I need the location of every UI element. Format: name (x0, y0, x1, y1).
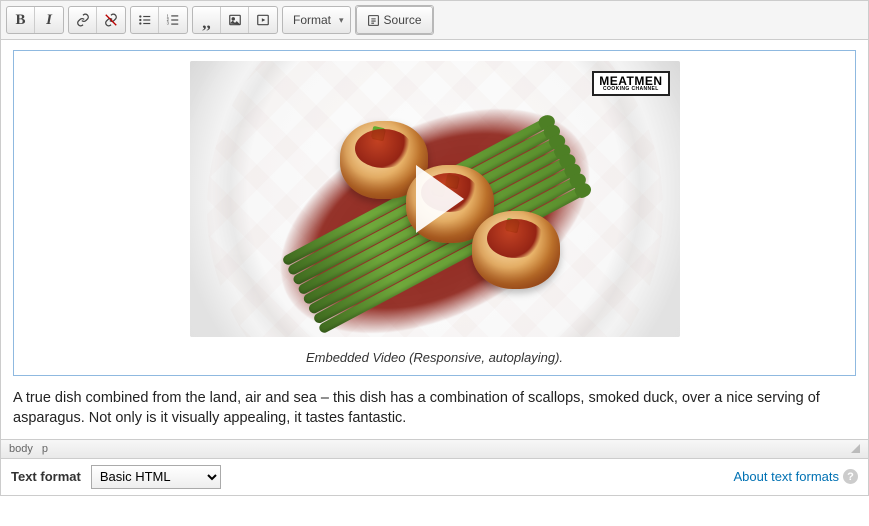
video-thumbnail[interactable]: MEATMEN COOKING CHANNEL (190, 61, 680, 337)
editor-toolbar: B I 123 ,, Format ▾ Source (1, 1, 868, 40)
unlink-icon (104, 13, 118, 27)
play-icon[interactable] (390, 154, 480, 244)
toolbar-group-list: 123 (130, 6, 188, 34)
video-icon (256, 13, 270, 27)
link-icon (76, 13, 90, 27)
text-format-select[interactable]: Basic HTML (91, 465, 221, 489)
source-label: Source (384, 13, 422, 27)
format-label: Format (293, 13, 331, 27)
image-icon (228, 13, 242, 27)
text-format-row: Text format Basic HTML About text format… (0, 459, 869, 496)
text-format-label: Text format (11, 469, 81, 484)
wysiwyg-editor: B I 123 ,, Format ▾ Source (0, 0, 869, 459)
toolbar-group-text: B I (6, 6, 64, 34)
toolbar-group-link (68, 6, 126, 34)
about-text-formats-link[interactable]: About text formats ? (734, 469, 859, 484)
format-dropdown[interactable]: Format ▾ (282, 6, 351, 34)
numbered-list-button[interactable]: 123 (159, 7, 187, 33)
source-icon (367, 14, 380, 27)
bullet-list-icon (138, 13, 152, 27)
embedded-video-block[interactable]: MEATMEN COOKING CHANNEL Embedded Video (… (13, 50, 856, 376)
bold-button[interactable]: B (7, 7, 35, 33)
blockquote-button[interactable]: ,, (193, 7, 221, 33)
body-paragraph[interactable]: A true dish combined from the land, air … (13, 388, 856, 429)
resize-handle[interactable] (851, 444, 860, 453)
path-tags: body p (9, 443, 54, 455)
italic-button[interactable]: I (35, 7, 63, 33)
italic-icon: I (46, 12, 52, 29)
about-link-label: About text formats (734, 469, 840, 484)
help-icon: ? (843, 469, 858, 484)
video-caption: Embedded Video (Responsive, autoplaying)… (24, 350, 845, 365)
path-tag-body[interactable]: body (9, 443, 33, 455)
scallop-graphic (472, 211, 560, 289)
bold-icon: B (15, 12, 25, 29)
unlink-button[interactable] (97, 7, 125, 33)
svg-text:3: 3 (167, 21, 170, 26)
toolbar-group-media: ,, (192, 6, 278, 34)
watermark-line2: COOKING CHANNEL (599, 87, 662, 92)
image-button[interactable] (221, 7, 249, 33)
path-tag-p[interactable]: p (42, 443, 48, 455)
link-button[interactable] (69, 7, 97, 33)
bullet-list-button[interactable] (131, 7, 159, 33)
video-button[interactable] (249, 7, 277, 33)
source-button[interactable]: Source (356, 6, 433, 34)
toolbar-group-source: Source (355, 5, 434, 35)
chevron-down-icon: ▾ (339, 15, 344, 26)
video-watermark: MEATMEN COOKING CHANNEL (592, 71, 669, 96)
numbered-list-icon: 123 (166, 13, 180, 27)
text-format-controls: Text format Basic HTML (11, 465, 221, 489)
editor-content-area[interactable]: MEATMEN COOKING CHANNEL Embedded Video (… (1, 40, 868, 439)
element-path-bar: body p (1, 439, 868, 458)
